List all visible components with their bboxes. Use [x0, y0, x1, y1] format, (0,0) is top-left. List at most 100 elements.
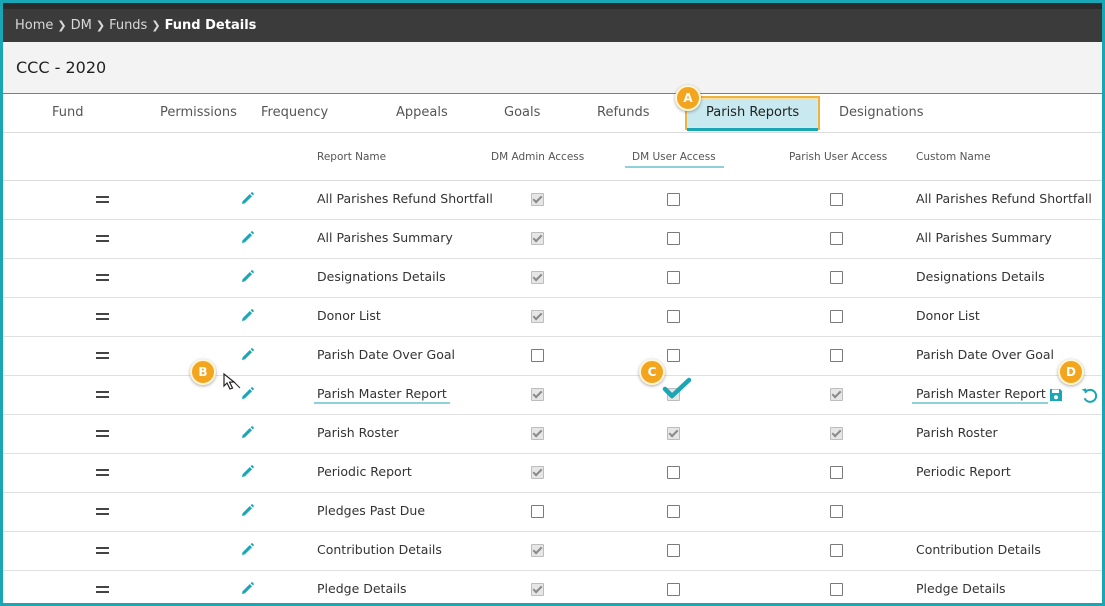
breadcrumb-dm[interactable]: DM [71, 18, 92, 33]
callout-badge-b: B [190, 359, 216, 385]
col-header-parish-user-access[interactable]: Parish User Access [789, 151, 887, 163]
tab-goals[interactable]: Goals [504, 94, 540, 132]
report-name: Pledges Past Due [317, 503, 426, 518]
table-row: Contribution Details Contribution Details [3, 531, 1102, 571]
tab-permissions[interactable]: Permissions [160, 94, 237, 132]
tab-frequency[interactable]: Frequency [261, 94, 328, 132]
breadcrumb-current: Fund Details [164, 18, 257, 33]
tab-parish-reports[interactable]: Parish Reports [685, 96, 821, 131]
parish-user-access-checkbox[interactable] [830, 466, 843, 479]
drag-handle-icon[interactable] [96, 313, 109, 323]
custom-name: Contribution Details [916, 542, 1041, 557]
pencil-icon[interactable] [239, 542, 255, 558]
pencil-icon[interactable] [239, 503, 255, 519]
breadcrumb-funds[interactable]: Funds [109, 18, 147, 33]
pointer-cursor-icon [221, 371, 243, 393]
drag-handle-icon[interactable] [96, 391, 109, 401]
dm-admin-access-checkbox[interactable] [531, 232, 544, 245]
callout-badge-a: A [675, 85, 701, 111]
col-header-dm-user-access[interactable]: DM User Access [625, 151, 724, 168]
parish-user-access-checkbox[interactable] [830, 271, 843, 284]
dm-admin-access-checkbox[interactable] [531, 349, 544, 362]
dm-admin-access-checkbox[interactable] [531, 544, 544, 557]
parish-user-access-checkbox[interactable] [830, 427, 843, 440]
pencil-icon[interactable] [239, 230, 255, 246]
report-name: Designations Details [317, 269, 446, 284]
parish-user-access-checkbox[interactable] [830, 583, 843, 596]
undo-icon[interactable] [1080, 387, 1098, 403]
dm-user-access-checkbox[interactable] [667, 310, 680, 323]
drag-handle-icon[interactable] [96, 586, 109, 596]
table-row: Parish Roster Parish Roster [3, 414, 1102, 454]
custom-name[interactable]: Parish Master Report [912, 386, 1048, 404]
drag-handle-icon[interactable] [96, 469, 109, 479]
dm-user-access-checkbox[interactable] [667, 427, 680, 440]
drag-handle-icon[interactable] [96, 508, 109, 518]
pencil-icon[interactable] [239, 308, 255, 324]
pencil-icon[interactable] [239, 191, 255, 207]
dm-admin-access-checkbox[interactable] [531, 466, 544, 479]
report-name: Periodic Report [317, 464, 412, 479]
table-row: Donor List Donor List [3, 297, 1102, 337]
dm-user-access-checkbox[interactable] [667, 583, 680, 596]
tab-fund[interactable]: Fund [52, 94, 84, 132]
report-name: All Parishes Summary [317, 230, 453, 245]
drag-handle-icon[interactable] [96, 430, 109, 440]
dm-user-access-checkbox[interactable] [667, 349, 680, 362]
table-header: Report Name DM Admin Access DM User Acce… [3, 134, 1102, 181]
drag-handle-icon[interactable] [96, 352, 109, 362]
dm-user-access-checkbox[interactable] [667, 466, 680, 479]
drag-handle-icon[interactable] [96, 547, 109, 557]
tab-designations[interactable]: Designations [839, 94, 924, 132]
pencil-icon[interactable] [239, 581, 255, 597]
table-row: Periodic Report Periodic Report [3, 453, 1102, 493]
parish-user-access-checkbox[interactable] [830, 310, 843, 323]
tab-refunds[interactable]: Refunds [597, 94, 650, 132]
report-name: Donor List [317, 308, 381, 323]
custom-name: Designations Details [916, 269, 1045, 284]
custom-name: Donor List [916, 308, 980, 323]
dm-user-access-checkbox[interactable] [667, 544, 680, 557]
parish-user-access-checkbox[interactable] [830, 388, 843, 401]
dm-user-access-checkbox[interactable] [667, 271, 680, 284]
custom-name: Parish Date Over Goal [916, 347, 1055, 362]
col-header-custom-name[interactable]: Custom Name [916, 151, 991, 163]
save-icon[interactable] [1049, 388, 1063, 402]
table-row: All Parishes Refund Shortfall All Parishe… [3, 180, 1102, 220]
dm-admin-access-checkbox[interactable] [531, 271, 544, 284]
dm-user-access-checkbox[interactable] [667, 193, 680, 206]
checkmark-icon [662, 377, 692, 399]
app-window: Home ❯ DM ❯ Funds ❯ Fund Details CCC - 2… [0, 0, 1105, 606]
parish-user-access-checkbox[interactable] [830, 544, 843, 557]
dm-admin-access-checkbox[interactable] [531, 505, 544, 518]
breadcrumb-home[interactable]: Home [15, 18, 53, 33]
dm-admin-access-checkbox[interactable] [531, 427, 544, 440]
dm-admin-access-checkbox[interactable] [531, 193, 544, 206]
report-name: All Parishes Refund Shortfall [317, 191, 493, 206]
dm-admin-access-checkbox[interactable] [531, 388, 544, 401]
tab-bar: Fund Permissions Frequency Appeals Goals… [3, 94, 1102, 133]
custom-name: Pledge Details [916, 581, 1006, 596]
custom-name: All Parishes Summary [916, 230, 1052, 245]
tab-appeals[interactable]: Appeals [396, 94, 448, 132]
table-row: Designations Details Designations Details [3, 258, 1102, 298]
col-header-dm-admin-access[interactable]: DM Admin Access [491, 151, 584, 163]
drag-handle-icon[interactable] [96, 196, 109, 206]
parish-user-access-checkbox[interactable] [830, 349, 843, 362]
dm-user-access-checkbox[interactable] [667, 505, 680, 518]
drag-handle-icon[interactable] [96, 235, 109, 245]
pencil-icon[interactable] [239, 269, 255, 285]
dm-admin-access-checkbox[interactable] [531, 310, 544, 323]
col-header-report-name[interactable]: Report Name [317, 151, 386, 163]
parish-user-access-checkbox[interactable] [830, 193, 843, 206]
parish-user-access-checkbox[interactable] [830, 232, 843, 245]
dm-user-access-checkbox[interactable] [667, 232, 680, 245]
parish-user-access-checkbox[interactable] [830, 505, 843, 518]
pencil-icon[interactable] [239, 464, 255, 480]
pencil-icon[interactable] [239, 347, 255, 363]
table-row: Pledge Details Pledge Details [3, 570, 1102, 603]
dm-admin-access-checkbox[interactable] [531, 583, 544, 596]
pencil-icon[interactable] [239, 425, 255, 441]
drag-handle-icon[interactable] [96, 274, 109, 284]
custom-name: Periodic Report [916, 464, 1011, 479]
